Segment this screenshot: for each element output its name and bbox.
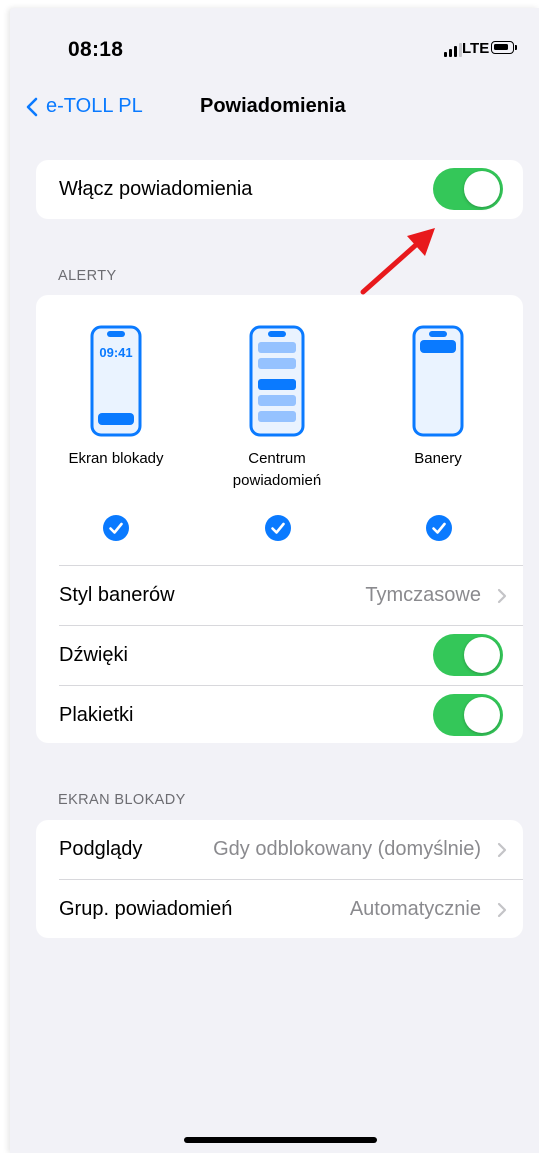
chevron-left-icon <box>26 97 38 116</box>
phone-screen: 08:18 LTE e-TOLL PL Powiadomienia Włącz … <box>10 8 539 1153</box>
option-label-banners: Banery <box>414 450 462 467</box>
banners-phone-icon <box>412 325 464 437</box>
enable-notifications-label: Włącz powiadomienia <box>59 178 253 200</box>
back-button[interactable]: e-TOLL PL <box>26 95 143 118</box>
lock-screen-phone-icon: 09:41 <box>90 325 142 437</box>
sounds-row: Dźwięki <box>36 626 523 685</box>
badges-toggle[interactable] <box>433 694 503 736</box>
grouping-row[interactable]: Grup. powiadomień Automatycznie <box>36 880 523 939</box>
banner-style-label: Styl banerów <box>59 584 175 606</box>
status-time: 08:18 <box>68 38 124 61</box>
enable-notifications-card: Włącz powiadomienia <box>36 160 523 219</box>
grouping-label: Grup. powiadomień <box>59 898 233 920</box>
checkmark-icon-banners[interactable] <box>426 515 452 541</box>
preview-time: 09:41 <box>99 345 132 360</box>
option-label-line2: powiadomień <box>232 472 322 489</box>
chevron-right-icon <box>497 588 507 603</box>
previews-value: Gdy odblokowany (domyślnie) <box>213 838 481 860</box>
back-label: e-TOLL PL <box>46 95 143 117</box>
notification-center-phone-icon <box>249 325 305 437</box>
alerts-header: ALERTY <box>58 268 117 284</box>
home-indicator[interactable] <box>184 1137 377 1143</box>
grouping-value: Automatycznie <box>349 898 481 920</box>
sounds-toggle[interactable] <box>433 634 503 676</box>
enable-notifications-row: Włącz powiadomienia <box>36 160 523 219</box>
network-type: LTE <box>462 40 490 57</box>
lock-screen-card: Podglądy Gdy odblokowany (domyślnie) Gru… <box>36 820 523 938</box>
page-title: Powiadomienia <box>200 95 346 117</box>
alert-option-lock-screen[interactable]: 09:41 Ekran blokady <box>41 325 191 470</box>
battery-icon <box>491 41 514 54</box>
previews-row[interactable]: Podglądy Gdy odblokowany (domyślnie) <box>36 820 523 879</box>
badges-label: Plakietki <box>59 704 134 726</box>
banner-style-row[interactable]: Styl banerów Tymczasowe <box>36 566 523 625</box>
badges-row: Plakietki <box>36 686 523 745</box>
alerts-card: 09:41 Ekran blokady Centrum powiadomień <box>36 295 523 743</box>
sounds-label: Dźwięki <box>59 644 128 666</box>
option-label-notification-center: Centrum powiadomień <box>202 448 352 492</box>
option-label-lock-screen: Ekran blokady <box>68 450 164 467</box>
chevron-right-icon <box>497 842 507 857</box>
cellular-signal-icon <box>444 43 462 57</box>
red-arrow-icon <box>360 228 435 295</box>
chevron-right-icon <box>497 902 507 917</box>
alert-option-notification-center[interactable]: Centrum powiadomień <box>202 325 352 492</box>
option-label-line1: Centrum <box>248 450 306 467</box>
checkmark-icon-notification-center[interactable] <box>265 515 291 541</box>
enable-notifications-toggle[interactable] <box>433 168 503 210</box>
lock-screen-header: EKRAN BLOKADY <box>58 792 186 808</box>
banner-style-value: Tymczasowe <box>365 584 481 606</box>
checkmark-icon-lock-screen[interactable] <box>103 515 129 541</box>
alert-option-banners[interactable]: Banery <box>363 325 513 470</box>
previews-label: Podglądy <box>59 838 143 860</box>
